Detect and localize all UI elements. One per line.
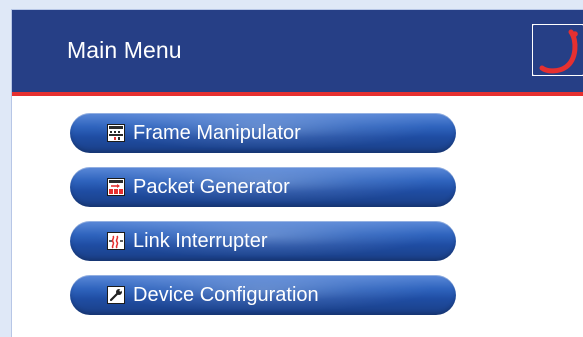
- main-menu-window: Main Menu Frame Manipulator Packet Gener…: [11, 9, 583, 337]
- page-title: Main Menu: [67, 37, 182, 63]
- header-bar: Main Menu: [12, 10, 583, 92]
- device-configuration-button[interactable]: Device Configuration: [70, 275, 456, 315]
- packet-generator-label: Packet Generator: [133, 176, 290, 198]
- main-menu-list: Frame Manipulator Packet Generator Link …: [70, 113, 456, 315]
- header-red-rule: [12, 92, 583, 96]
- packet-generator-icon: [107, 178, 125, 196]
- red-curve-logo-icon: [531, 23, 583, 77]
- wrench-icon: [107, 286, 125, 304]
- frame-manipulator-button[interactable]: Frame Manipulator: [70, 113, 456, 153]
- frame-manipulator-icon: [107, 124, 125, 142]
- link-interrupter-icon: [107, 232, 125, 250]
- packet-generator-button[interactable]: Packet Generator: [70, 167, 456, 207]
- frame-manipulator-label: Frame Manipulator: [133, 122, 301, 144]
- link-interrupter-button[interactable]: Link Interrupter: [70, 221, 456, 261]
- link-interrupter-label: Link Interrupter: [133, 230, 268, 252]
- device-configuration-label: Device Configuration: [133, 284, 319, 306]
